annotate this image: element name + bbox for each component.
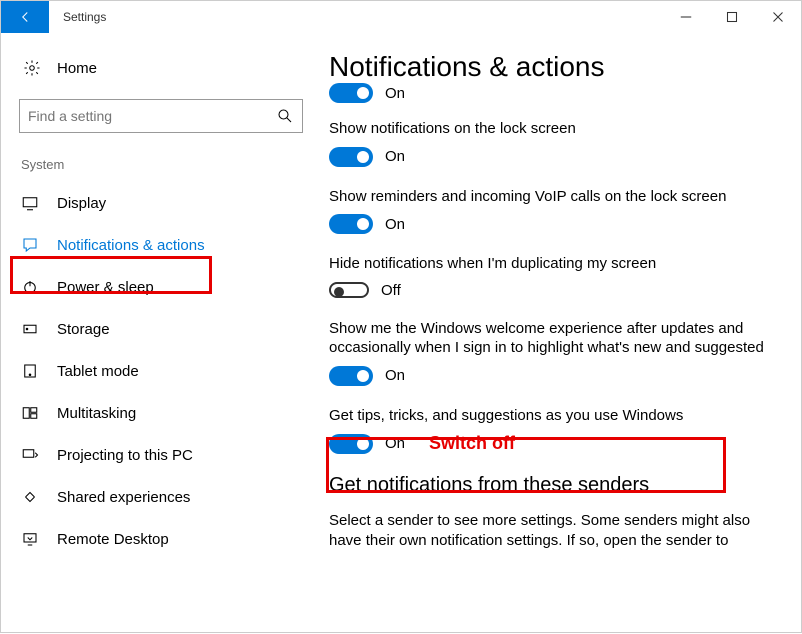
storage-icon [21, 320, 43, 338]
sidebar-item-label: Multitasking [43, 405, 136, 422]
setting-tips-tricks: Get tips, tricks, and suggestions as you… [329, 406, 771, 455]
gear-icon [21, 59, 43, 77]
setting-desc: Hide notifications when I'm duplicating … [329, 254, 771, 274]
close-button[interactable] [755, 1, 801, 33]
home-label: Home [43, 60, 97, 77]
sidebar-item-display[interactable]: Display [1, 182, 321, 224]
back-button[interactable] [1, 1, 49, 33]
setting-reminders-voip: Show reminders and incoming VoIP calls o… [329, 187, 771, 235]
window-title: Settings [49, 10, 663, 24]
search-box[interactable] [19, 99, 303, 133]
sidebar-item-remote[interactable]: Remote Desktop [1, 518, 321, 560]
sidebar-item-multitasking[interactable]: Multitasking [1, 392, 321, 434]
maximize-button[interactable] [709, 1, 755, 33]
sidebar-item-label: Storage [43, 321, 110, 338]
minimize-button[interactable] [663, 1, 709, 33]
toggle-state: On [385, 367, 405, 384]
sidebar-item-power[interactable]: Power & sleep [1, 266, 321, 308]
remote-icon [21, 530, 43, 548]
search-icon [276, 107, 294, 125]
sidebar-item-label: Projecting to this PC [43, 447, 193, 464]
toggle-state: On [385, 85, 405, 102]
toggle-reminders-voip[interactable] [329, 214, 373, 234]
toggle-welcome-experience[interactable] [329, 366, 373, 386]
toggle-state: Off [381, 282, 401, 299]
sidebar-item-shared[interactable]: Shared experiences [1, 476, 321, 518]
toggle-lockscreen-notifications[interactable] [329, 147, 373, 167]
titlebar: Settings [1, 1, 801, 33]
setting-desc: Show reminders and incoming VoIP calls o… [329, 187, 771, 207]
multitasking-icon [21, 404, 43, 422]
senders-description: Select a sender to see more settings. So… [329, 511, 771, 552]
projecting-icon [21, 446, 43, 464]
setting-desc: Get tips, tricks, and suggestions as you… [329, 406, 771, 426]
setting-lockscreen-notifications: Show notifications on the lock screen On [329, 119, 771, 167]
toggle-hide-duplicating[interactable] [329, 282, 369, 298]
page-heading: Notifications & actions [329, 51, 771, 83]
setting-partial: On [329, 83, 771, 103]
search-input[interactable] [28, 108, 276, 124]
sidebar-item-tablet[interactable]: Tablet mode [1, 350, 321, 392]
sidebar: Home System Display Notifications & acti… [1, 33, 321, 634]
setting-welcome-experience: Show me the Windows welcome experience a… [329, 319, 771, 386]
power-icon [21, 278, 43, 296]
maximize-icon [723, 8, 741, 26]
sidebar-item-label: Display [43, 195, 106, 212]
setting-desc: Show me the Windows welcome experience a… [329, 319, 771, 358]
sidebar-item-label: Remote Desktop [43, 531, 169, 548]
sidebar-item-storage[interactable]: Storage [1, 308, 321, 350]
toggle-partial[interactable] [329, 83, 373, 103]
toggle-state: On [385, 435, 405, 452]
sidebar-item-label: Power & sleep [43, 279, 154, 296]
sidebar-item-label: Notifications & actions [43, 237, 205, 254]
toggle-state: On [385, 216, 405, 233]
senders-subheading: Get notifications from these senders [329, 474, 771, 497]
main-content: Notifications & actions On Show notifica… [321, 33, 801, 634]
home-button[interactable]: Home [1, 49, 321, 87]
shared-icon [21, 488, 43, 506]
setting-hide-duplicating: Hide notifications when I'm duplicating … [329, 254, 771, 299]
notifications-icon [21, 236, 43, 254]
sidebar-item-label: Shared experiences [43, 489, 190, 506]
close-icon [769, 8, 787, 26]
sidebar-item-label: Tablet mode [43, 363, 139, 380]
sidebar-section-label: System [1, 151, 321, 182]
toggle-tips-tricks[interactable] [329, 434, 373, 454]
annotation-switch-off: Switch off [429, 433, 515, 454]
arrow-left-icon [16, 8, 34, 26]
toggle-state: On [385, 148, 405, 165]
minimize-icon [677, 8, 695, 26]
display-icon [21, 194, 43, 212]
sidebar-item-projecting[interactable]: Projecting to this PC [1, 434, 321, 476]
tablet-icon [21, 362, 43, 380]
setting-desc: Show notifications on the lock screen [329, 119, 771, 139]
sidebar-item-notifications[interactable]: Notifications & actions [1, 224, 321, 266]
